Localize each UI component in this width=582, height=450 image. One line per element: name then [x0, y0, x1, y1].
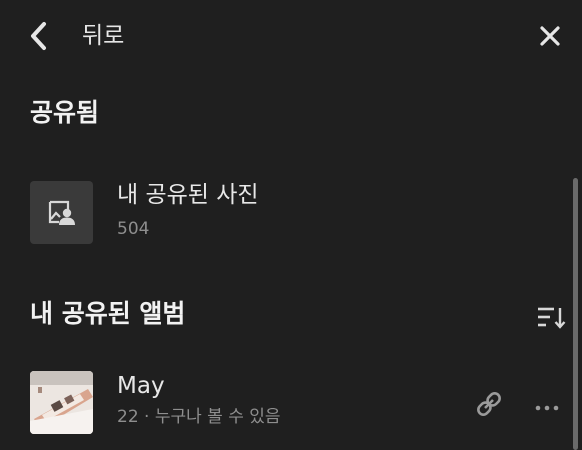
- album-link-button[interactable]: [474, 389, 504, 419]
- back-label[interactable]: 뒤로: [82, 20, 124, 52]
- link-icon: [474, 392, 504, 423]
- my-shared-photos-title[interactable]: 내 공유된 사진: [117, 180, 259, 210]
- back-button[interactable]: [24, 18, 54, 54]
- shared-albums-section-title: 내 공유된 앨범: [30, 299, 186, 328]
- more-horizontal-icon: [534, 398, 560, 417]
- my-shared-photos-thumbnail[interactable]: [30, 181, 93, 244]
- panel-header: 뒤로: [0, 0, 582, 72]
- close-button[interactable]: [536, 22, 564, 50]
- album-thumbnail[interactable]: [30, 371, 93, 434]
- close-icon: [536, 26, 564, 54]
- album-subtitle: 22 · 누구나 볼 수 있음: [117, 407, 281, 427]
- sort-button[interactable]: [536, 305, 566, 331]
- album-more-button[interactable]: [534, 398, 560, 411]
- my-shared-photos-count: 504: [117, 219, 150, 239]
- sort-icon: [536, 307, 566, 335]
- shared-section-title: 공유됨: [30, 98, 100, 127]
- chevron-left-icon: [24, 18, 54, 54]
- album-title[interactable]: May: [117, 371, 165, 401]
- shared-panel: 뒤로 공유됨 내 공유된 사진 504 내 공유된 앨범 May 22 · 누구…: [0, 0, 582, 450]
- scrollbar-thumb[interactable]: [573, 178, 578, 450]
